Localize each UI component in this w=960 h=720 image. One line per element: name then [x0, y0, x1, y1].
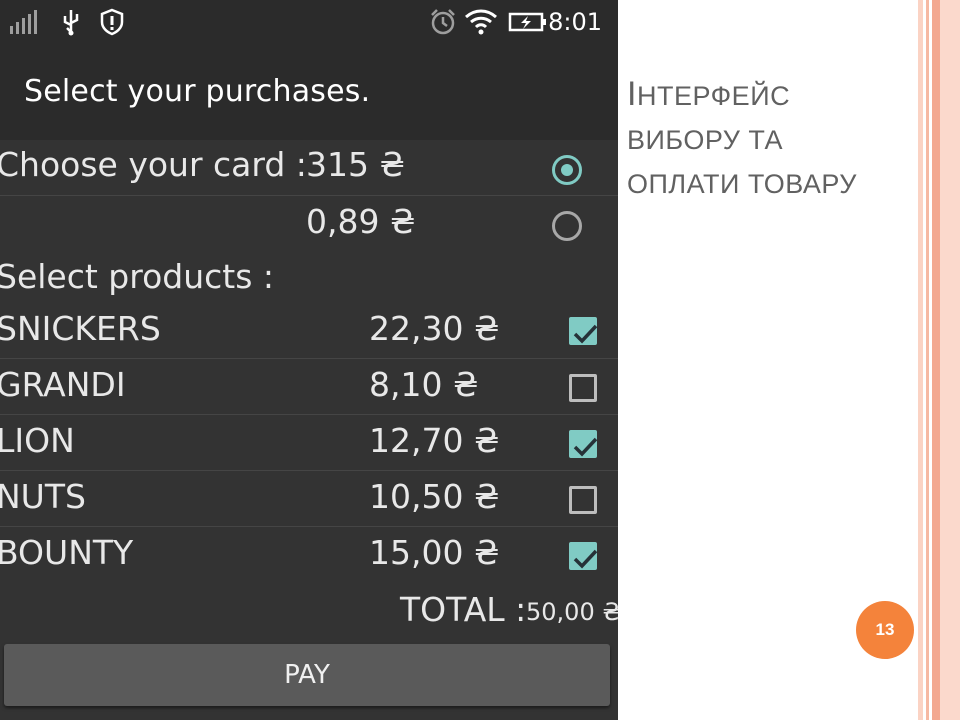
- status-bar: 8:01: [0, 0, 618, 44]
- product-name: GRANDI: [0, 365, 126, 404]
- divider: [0, 470, 618, 471]
- product-name: SNICKERS: [0, 309, 161, 348]
- phone-screen: 8:01 Select your purchases. Choose your …: [0, 0, 618, 720]
- product-name: LION: [0, 421, 75, 460]
- product-checkbox-checked[interactable]: [569, 542, 598, 570]
- decor-stripe: [926, 0, 929, 720]
- divider: [0, 526, 618, 527]
- product-checkbox-checked[interactable]: [569, 317, 598, 345]
- product-name: NUTS: [0, 477, 86, 516]
- usb-icon: [63, 10, 79, 36]
- total-value: 50,00 ₴: [526, 598, 618, 626]
- page-number-badge: 13: [856, 601, 914, 659]
- product-price: 10,50 ₴: [369, 477, 500, 516]
- pay-button[interactable]: PAY: [4, 644, 610, 706]
- app-bar: Select your purchases.: [0, 44, 618, 140]
- checkmark-icon: [573, 324, 598, 344]
- signal-icon: [10, 10, 37, 34]
- checkmark-icon: [573, 549, 598, 569]
- slide-title-line3: оплати товару: [627, 169, 857, 199]
- card-amount: 0,89 ₴: [306, 202, 416, 241]
- decor-stripe: [918, 0, 923, 720]
- divider: [0, 195, 618, 196]
- slide-title-line1: нтерфейс: [636, 81, 791, 111]
- checkmark-icon: [573, 437, 598, 457]
- slide-title-initial: І: [627, 75, 637, 113]
- slide-title: Інтерфейс вибору та оплати товару: [627, 72, 917, 206]
- select-products-label: Select products :: [0, 257, 275, 296]
- choose-card-label: Choose your card :: [0, 145, 307, 184]
- card-amount: 315 ₴: [306, 145, 406, 184]
- product-checkbox-checked[interactable]: [569, 430, 598, 458]
- product-name: BOUNTY: [0, 533, 134, 572]
- status-time: 8:01: [548, 8, 602, 36]
- decor-stripe: [932, 0, 940, 720]
- shield-icon: [100, 8, 124, 36]
- battery-charging-icon: [508, 12, 546, 32]
- wifi-icon: [465, 9, 497, 35]
- product-price: 15,00 ₴: [369, 533, 500, 572]
- total-label: TOTAL :: [400, 590, 527, 629]
- slide-title-line2: вибору та: [627, 125, 784, 155]
- divider: [0, 358, 618, 359]
- product-checkbox[interactable]: [569, 486, 597, 514]
- card-radio-selected[interactable]: [552, 155, 582, 185]
- product-checkbox[interactable]: [569, 374, 597, 402]
- screen-title: Select your purchases.: [24, 74, 371, 109]
- decor-stripe: [940, 0, 960, 720]
- product-price: 8,10 ₴: [369, 365, 479, 404]
- divider: [0, 414, 618, 415]
- card-radio[interactable]: [552, 211, 582, 241]
- alarm-icon: [431, 9, 455, 35]
- product-price: 22,30 ₴: [369, 309, 500, 348]
- product-price: 12,70 ₴: [369, 421, 500, 460]
